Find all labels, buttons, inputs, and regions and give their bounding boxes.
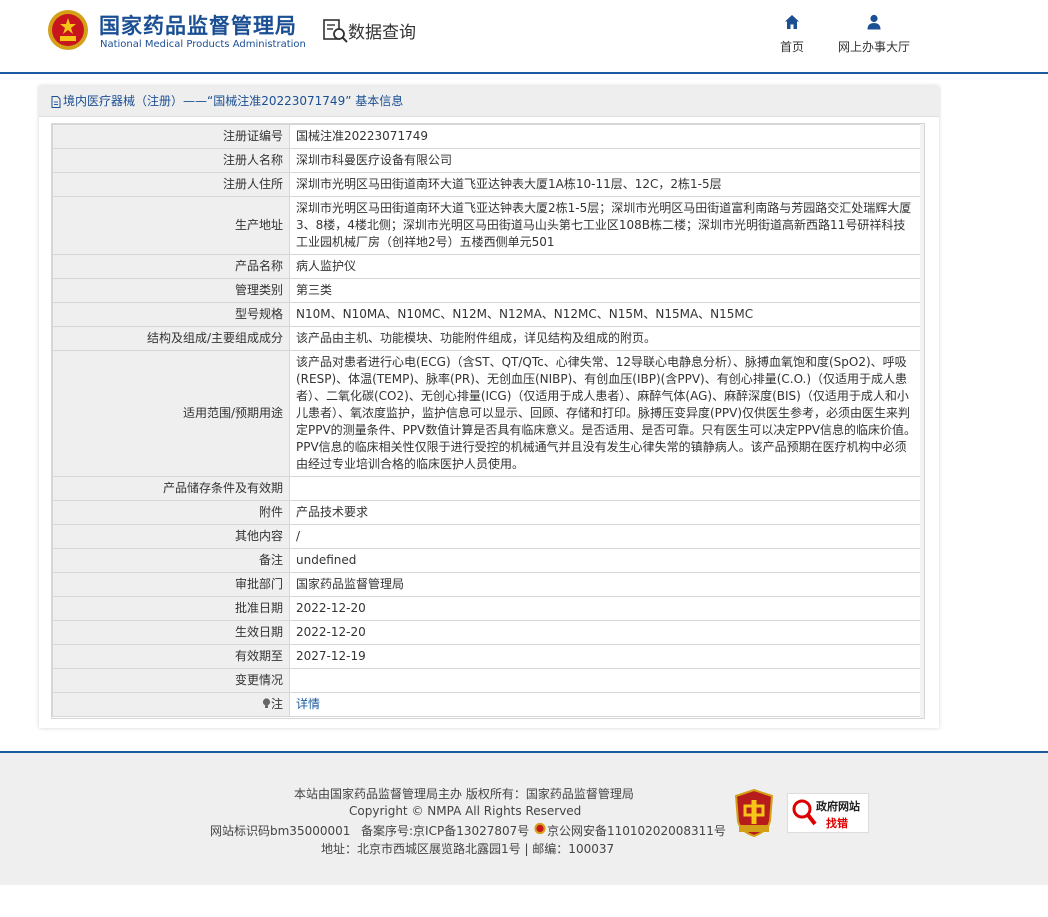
table-row: 备注 undefined xyxy=(52,548,924,573)
table-row: 结构及组成/主要组成成分 该产品由主机、功能模块、功能附件组成，详见结构及组成的附… xyxy=(52,326,924,351)
row-value: 深圳市科曼医疗设备有限公司 xyxy=(289,148,924,173)
row-value: 详情 xyxy=(289,692,924,717)
national-emblem-icon xyxy=(48,10,88,50)
table-row: 生产地址 深圳市光明区马田街道南环大道飞亚达钟表大厦2栋1-5层；深圳市光明区马田… xyxy=(52,196,924,255)
footer-sponsor: 本站由国家药品监督管理局主办 版权所有：国家药品监督管理局 xyxy=(294,787,634,801)
table-row: 产品名称 病人监护仪 xyxy=(52,254,924,279)
brand-name-cn: 国家药品监督管理局 xyxy=(99,14,297,38)
row-value: 深圳市光明区马田街道南环大道飞亚达钟表大厦1A栋10-11层、12C，2栋1-5… xyxy=(289,172,924,197)
row-label: 注册证编号 xyxy=(52,124,290,149)
bulb-icon xyxy=(262,698,271,708)
footer-site-id: 网站标识码bm35000001 xyxy=(210,824,351,838)
row-label: 结构及组成/主要组成成分 xyxy=(52,326,290,351)
data-search-icon xyxy=(323,19,348,43)
table-row: 注 详情 xyxy=(52,692,924,717)
nav-hall-label: 网上办事大厅 xyxy=(837,40,910,54)
page-title: 数据查询 xyxy=(348,23,416,43)
gov-badge-title: 政府网站 xyxy=(816,800,860,813)
footer-address: 地址：北京市西城区展览路北露园1号 | 邮编：100037 xyxy=(321,842,615,856)
table-row: 产品储存条件及有效期 xyxy=(52,476,924,501)
footer-police[interactable]: 京公网安备11010202008311号 xyxy=(547,822,726,839)
nav-online-service-hall[interactable]: 网上办事大厅 xyxy=(834,14,914,55)
nav-home[interactable]: 首页 xyxy=(772,14,812,55)
table-row: 其他内容 / xyxy=(52,524,924,549)
row-label: 生产地址 xyxy=(52,196,290,255)
row-value: 病人监护仪 xyxy=(289,254,924,279)
row-value: / xyxy=(289,524,924,549)
home-icon xyxy=(785,15,799,29)
row-value: 该产品由主机、功能模块、功能附件组成，详见结构及组成的附页。 xyxy=(289,326,924,351)
details-link[interactable]: 详情 xyxy=(296,697,320,711)
row-value: 深圳市光明区马田街道南环大道飞亚达钟表大厦2栋1-5层；深圳市光明区马田街道富利… xyxy=(289,196,924,255)
row-value: 国家药品监督管理局 xyxy=(289,572,924,597)
table-row: 变更情况 xyxy=(52,668,924,693)
row-label: 适用范围/预期用途 xyxy=(52,350,290,477)
row-value: 2022-12-20 xyxy=(289,596,924,621)
footer-icp[interactable]: 备案序号:京ICP备13027807号 xyxy=(361,822,529,839)
breadcrumb: 境内医疗器械（注册）——“国械注准20223071749” 基本信息 xyxy=(39,86,939,117)
table-row: 注册人住所 深圳市光明区马田街道南环大道飞亚达钟表大厦1A栋10-11层、12C，… xyxy=(52,172,924,197)
site-header: 国家药品监督管理局 National Medical Products Admi… xyxy=(0,0,1048,72)
nav-home-label: 首页 xyxy=(779,40,804,54)
table-row: 适用范围/预期用途 该产品对患者进行心电(ECG)（含ST、QT/QTc、心律失常… xyxy=(52,350,924,477)
row-value: 国械注准20223071749 xyxy=(289,124,924,149)
row-value: 产品技术要求 xyxy=(289,500,924,525)
row-value: undefined xyxy=(289,548,924,573)
row-value: 2027-12-19 xyxy=(289,644,924,669)
magnifier-icon xyxy=(792,799,817,826)
row-label: 批准日期 xyxy=(52,596,290,621)
row-label: 注 xyxy=(52,692,290,717)
row-label: 产品储存条件及有效期 xyxy=(52,476,290,501)
site-footer: 本站由国家药品监督管理局主办 版权所有：国家药品监督管理局 Copyright … xyxy=(0,753,1048,885)
row-label: 备注 xyxy=(52,548,290,573)
row-label: 变更情况 xyxy=(52,668,290,693)
row-label: 附件 xyxy=(52,500,290,525)
row-value: 2022-12-20 xyxy=(289,620,924,645)
table-row: 管理类别 第三类 xyxy=(52,278,924,303)
row-label: 产品名称 xyxy=(52,254,290,279)
row-label: 型号规格 xyxy=(52,302,290,327)
table-row: 附件 产品技术要求 xyxy=(52,500,924,525)
row-value: N10M、N10MA、N10MC、N12M、N12MA、N12MC、N15M、N… xyxy=(289,302,924,327)
row-label: 注册人住所 xyxy=(52,172,290,197)
table-row: 生效日期 2022-12-20 xyxy=(52,620,924,645)
table-row: 注册人名称 深圳市科曼医疗设备有限公司 xyxy=(52,148,924,173)
row-label: 注册人名称 xyxy=(52,148,290,173)
row-value xyxy=(289,476,924,501)
info-table: 注册证编号 国械注准20223071749 注册人名称 深圳市科曼医疗设备有限公司 注册… xyxy=(52,124,924,717)
row-value xyxy=(289,668,924,693)
party-gov-badge[interactable] xyxy=(734,789,774,837)
info-table-container: 注册证编号 国械注准20223071749 注册人名称 深圳市科曼医疗设备有限公司 注册… xyxy=(51,123,925,719)
row-label: 审批部门 xyxy=(52,572,290,597)
row-label: 有效期至 xyxy=(52,644,290,669)
table-row: 批准日期 2022-12-20 xyxy=(52,596,924,621)
breadcrumb-text: 境内医疗器械（注册）——“国械注准20223071749” 基本信息 xyxy=(63,94,404,108)
police-badge-icon xyxy=(534,822,546,835)
row-label: 管理类别 xyxy=(52,278,290,303)
table-row: 型号规格 N10M、N10MA、N10MC、N12M、N12MA、N12MC、N1… xyxy=(52,302,924,327)
table-row: 审批部门 国家药品监督管理局 xyxy=(52,572,924,597)
row-value: 该产品对患者进行心电(ECG)（含ST、QT/QTc、心律失常、12导联心电静息… xyxy=(289,350,924,477)
row-value: 第三类 xyxy=(289,278,924,303)
gov-badge-subtitle: 找错 xyxy=(826,817,848,830)
user-icon xyxy=(867,14,881,30)
device-info-card: 境内医疗器械（注册）——“国械注准20223071749” 基本信息 注册证编号… xyxy=(39,86,939,728)
footer-copyright: Copyright © NMPA All Rights Reserved xyxy=(349,804,582,818)
brand-name-en: National Medical Products Administration xyxy=(100,39,306,50)
document-icon xyxy=(51,95,61,108)
gov-site-error-badge[interactable]: 政府网站 找错 xyxy=(787,793,869,833)
table-row: 注册证编号 国械注准20223071749 xyxy=(52,124,924,149)
scrollbar[interactable] xyxy=(920,124,924,718)
table-row: 有效期至 2027-12-19 xyxy=(52,644,924,669)
header-divider xyxy=(0,72,1048,74)
row-label: 生效日期 xyxy=(52,620,290,645)
row-label: 其他内容 xyxy=(52,524,290,549)
